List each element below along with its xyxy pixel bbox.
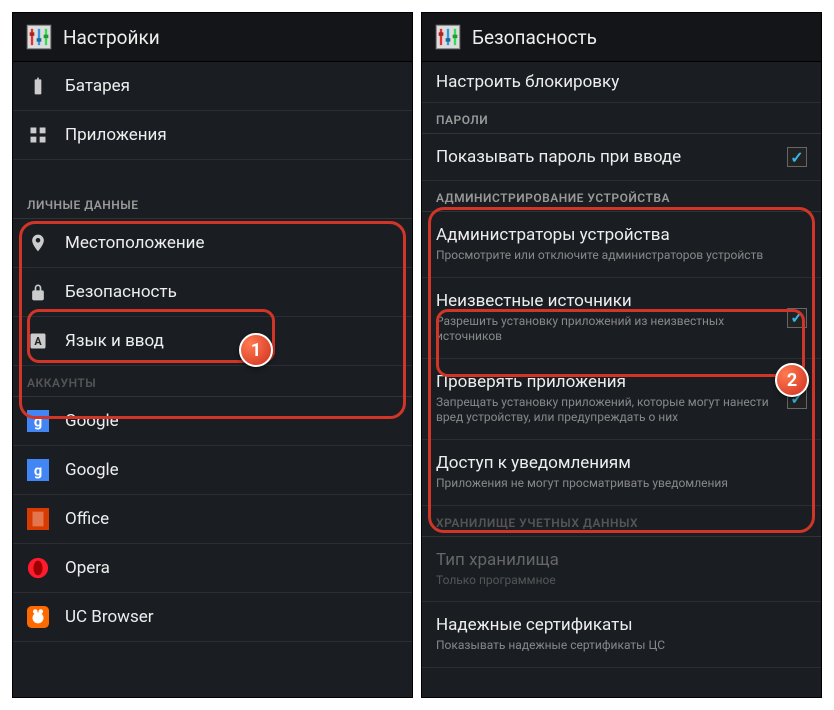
item-opera[interactable]: Opera: [13, 544, 412, 593]
badge-1: 1: [239, 333, 273, 367]
item-apps[interactable]: Приложения: [13, 111, 412, 160]
item-label: Тип хранилища: [436, 550, 807, 570]
item-label: Неизвестные источники: [436, 291, 787, 311]
item-label: Opera: [65, 558, 110, 578]
item-label: Безопасность: [65, 282, 177, 302]
item-notification-access[interactable]: Доступ к уведомлениям Приложения не могу…: [422, 440, 821, 506]
lock-icon: [27, 281, 49, 303]
section-accounts: АККАУНТЫ: [13, 366, 412, 397]
item-sub: Приложения не могут просматривать уведом…: [436, 476, 807, 492]
item-label: Язык и ввод: [65, 331, 164, 351]
item-unknown-sources[interactable]: Неизвестные источники Разрешить установк…: [422, 278, 821, 359]
left-phone: Настройки Батарея Приложения ЛИЧНЫЕ ДАНН…: [12, 12, 413, 698]
svg-text:g: g: [34, 413, 42, 431]
header: Настройки: [13, 13, 412, 62]
item-label: Доступ к уведомлениям: [436, 453, 807, 473]
item-google[interactable]: g Google: [13, 446, 412, 495]
item-trusted-certs[interactable]: Надежные сертификаты Показывать надежные…: [422, 602, 821, 668]
item-sub: Разрешить установку приложений из неизве…: [436, 314, 787, 345]
item-device-admins[interactable]: Администраторы устройства Просмотрите ил…: [422, 212, 821, 278]
item-verify-apps[interactable]: Проверять приложения Запрещать установку…: [422, 359, 821, 440]
svg-text:g: g: [34, 462, 42, 480]
item-label: Показывать пароль при вводе: [436, 147, 787, 167]
right-phone: Безопасность Настроить блокировку ПАРОЛИ…: [421, 12, 822, 698]
header: Безопасность: [422, 13, 821, 62]
item-sub: Показывать надежные сертификаты ЦС: [436, 638, 807, 654]
item-sub: Только программное: [436, 573, 807, 589]
item-battery[interactable]: Батарея: [13, 62, 412, 111]
item-language[interactable]: A Язык и ввод: [13, 317, 412, 366]
opera-icon: [27, 557, 49, 579]
item-security[interactable]: Безопасность: [13, 268, 412, 317]
header-title: Безопасность: [472, 26, 597, 49]
settings-icon: [25, 23, 53, 51]
section-personal: ЛИЧНЫЕ ДАННЫЕ: [13, 188, 412, 219]
item-label: Надежные сертификаты: [436, 615, 807, 635]
item-show-password[interactable]: Показывать пароль при вводе: [422, 134, 821, 181]
item-storage-type: Тип хранилища Только программное: [422, 537, 821, 603]
item-uc-browser[interactable]: UC Browser: [13, 593, 412, 642]
item-label: Office: [65, 509, 109, 529]
battery-icon: [27, 75, 49, 97]
item-label: Местоположение: [65, 233, 205, 253]
google-icon: g: [27, 410, 49, 432]
section-cred-storage: ХРАНИЛИЩЕ УЧЕТНЫХ ДАННЫХ: [422, 506, 821, 537]
item-office[interactable]: Office: [13, 495, 412, 544]
item-label: Батарея: [65, 76, 130, 96]
item-label: Google: [65, 411, 119, 431]
badge-2: 2: [775, 363, 809, 397]
item-sub: Запрещать установку приложений, которые …: [436, 395, 787, 426]
section-admin: АДМИНИСТРИРОВАНИЕ УСТРОЙСТВА: [422, 181, 821, 212]
item-label: Google: [65, 460, 119, 480]
item-configure-lock[interactable]: Настроить блокировку: [422, 62, 821, 103]
location-icon: [27, 232, 49, 254]
item-label: Настроить блокировку: [436, 72, 619, 92]
section-passwords: ПАРОЛИ: [422, 103, 821, 134]
item-sub: Просмотрите или отключите администраторо…: [436, 248, 807, 264]
office-icon: [27, 508, 49, 530]
item-label: Проверять приложения: [436, 372, 787, 392]
svg-text:A: A: [34, 335, 42, 348]
item-label: Приложения: [65, 125, 167, 145]
item-label: UC Browser: [65, 607, 154, 627]
language-icon: A: [27, 330, 49, 352]
item-location[interactable]: Местоположение: [13, 219, 412, 268]
uc-icon: [27, 606, 49, 628]
settings-icon: [434, 23, 462, 51]
checkbox[interactable]: [787, 147, 807, 167]
header-title: Настройки: [63, 26, 160, 49]
apps-icon: [27, 124, 49, 146]
checkbox[interactable]: [787, 308, 807, 328]
item-google[interactable]: g Google: [13, 397, 412, 446]
google-icon: g: [27, 459, 49, 481]
item-label: Администраторы устройства: [436, 225, 807, 245]
